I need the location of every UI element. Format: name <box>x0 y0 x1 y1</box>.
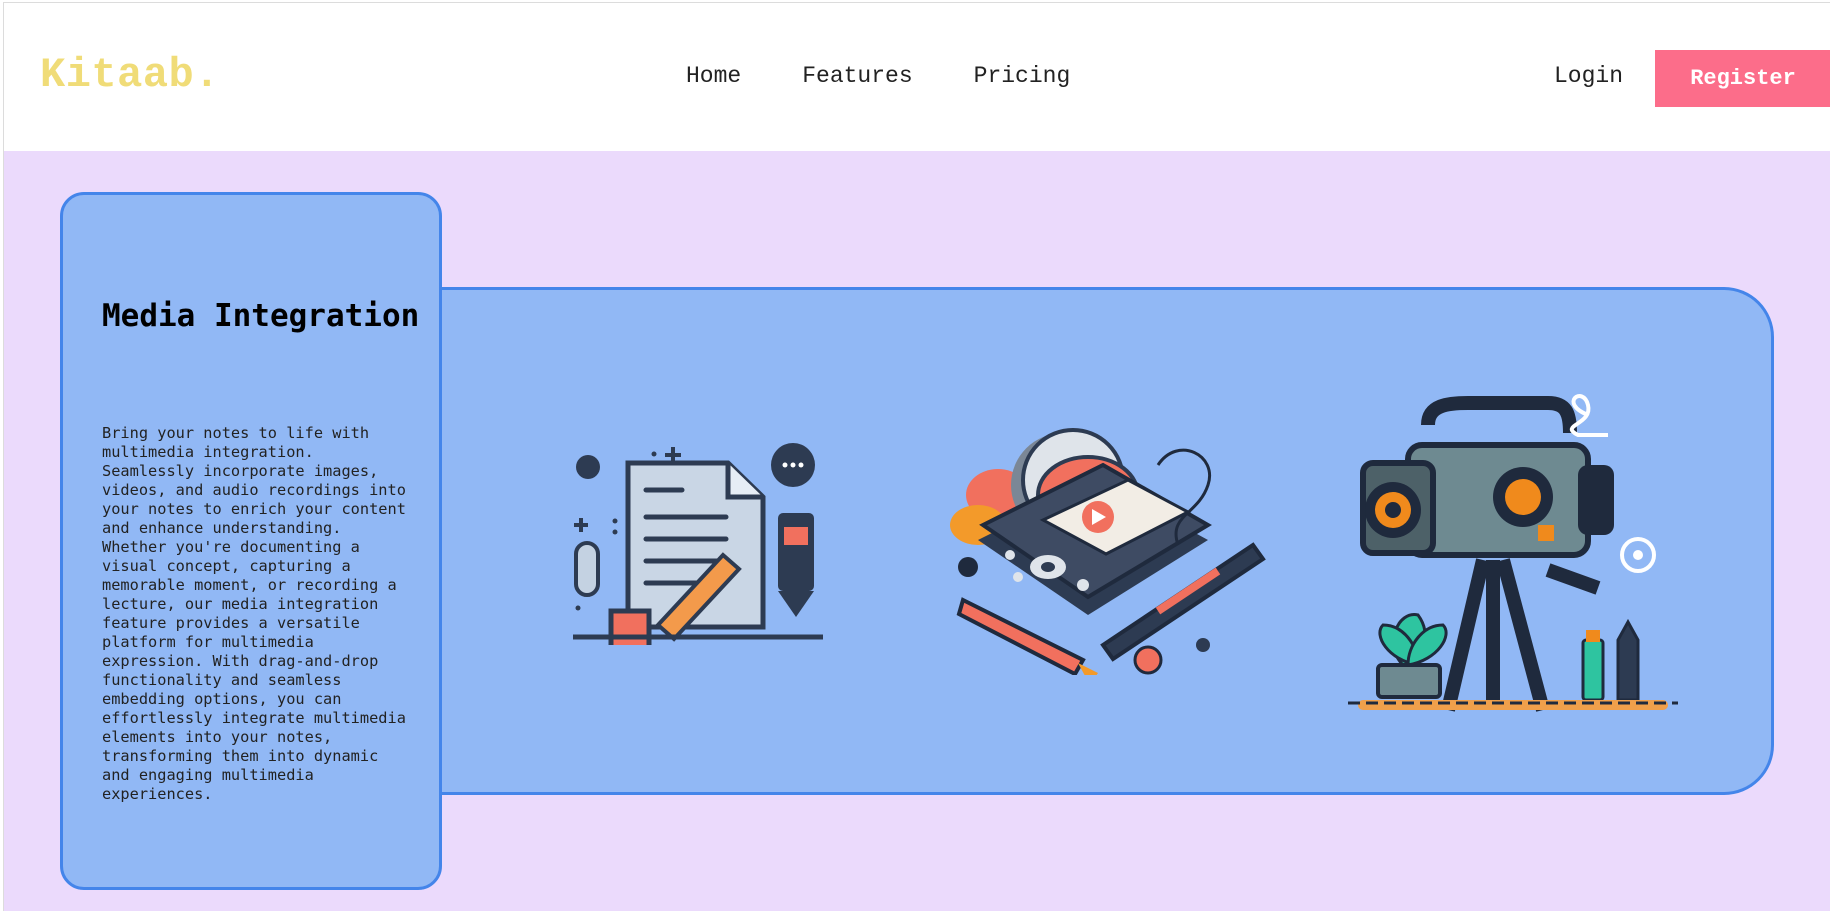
logo[interactable]: Kitaab. <box>40 51 220 99</box>
document-pencil-illustration <box>573 443 823 645</box>
illustration-panel <box>438 287 1774 795</box>
feature-section: Media Integration Bring your notes to li… <box>4 151 1830 911</box>
register-button[interactable]: Register <box>1655 50 1830 107</box>
page-frame: Kitaab. Home Features Pricing Login Regi… <box>3 2 1830 911</box>
top-navbar: Kitaab. Home Features Pricing Login Regi… <box>4 3 1830 151</box>
main-menu: Home Features Pricing <box>686 63 1131 89</box>
nav-link-features[interactable]: Features <box>802 63 912 89</box>
feature-description: Bring your notes to life with multimedia… <box>102 424 406 803</box>
feature-title: Media Integration <box>102 298 420 334</box>
nav-link-home[interactable]: Home <box>686 63 741 89</box>
video-camera-illustration <box>1348 394 1678 712</box>
media-player-illustration <box>950 428 1266 675</box>
feature-card: Media Integration Bring your notes to li… <box>60 192 442 890</box>
nav-link-pricing[interactable]: Pricing <box>974 63 1071 89</box>
login-link[interactable]: Login <box>1554 63 1623 89</box>
